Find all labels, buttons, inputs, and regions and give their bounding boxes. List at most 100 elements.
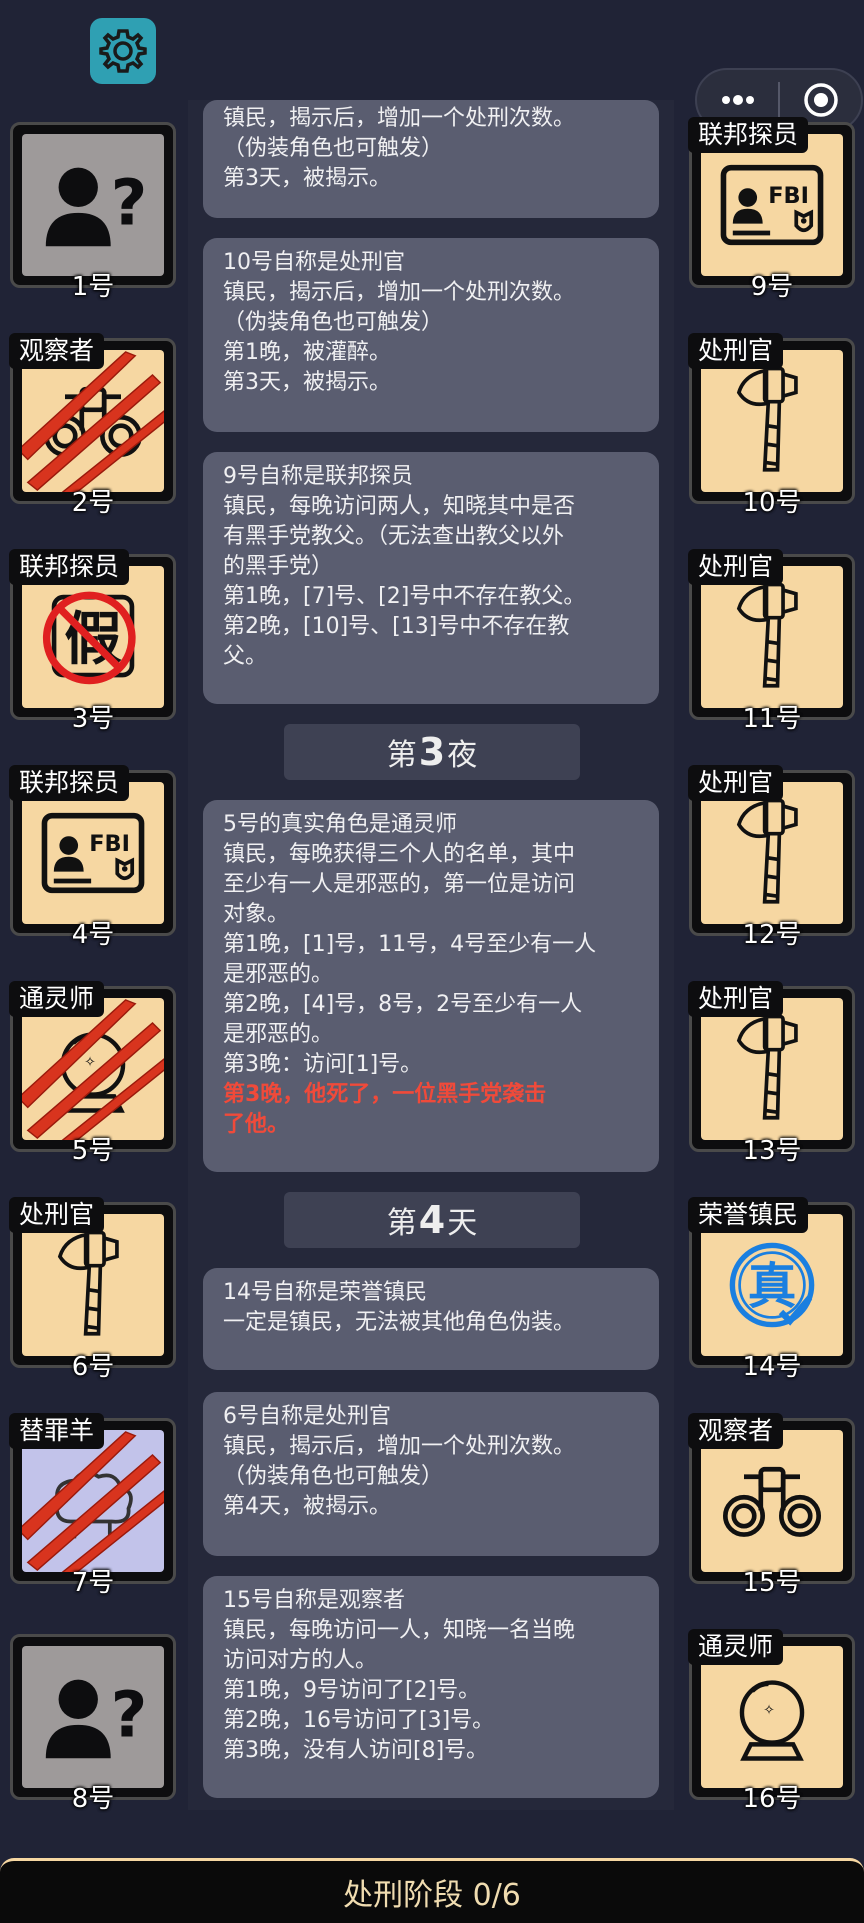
player-card-right-8[interactable]: ✧ 通灵师 16号 <box>688 1629 855 1814</box>
log-line: 14号自称是荣誉镇民 <box>223 1280 427 1305</box>
player-number: 10号 <box>742 488 802 518</box>
player-number: 13号 <box>742 1136 802 1166</box>
log-line: 访问对方的人。 <box>223 1648 378 1673</box>
log-line: 有黑手党教父。（无法查出教父以外 <box>223 524 565 549</box>
player-card-left-8[interactable]: ? 8号 <box>10 1634 176 1814</box>
svg-text:FBI: FBI <box>768 183 809 209</box>
log-line: 第3天，被揭示。 <box>223 166 391 191</box>
player-card-left-7[interactable]: 替罪羊 7号 <box>9 1413 176 1598</box>
player-portrait: FBI <box>701 134 843 276</box>
axe-icon <box>726 361 818 481</box>
log-line: 第2晚，16号访问了[3]号。 <box>223 1708 495 1733</box>
player-number: 12号 <box>742 920 802 950</box>
death-notice-line: 了他。 <box>223 1112 290 1137</box>
role-tag: 处刑官 <box>688 333 784 369</box>
player-number: 16号 <box>742 1784 802 1814</box>
player-portrait <box>701 350 843 492</box>
log-line: 第2晚，[10]号、[13]号中不存在教 <box>223 614 570 639</box>
player-card-right-1[interactable]: FBI 联邦探员 9号 <box>688 117 855 302</box>
log-line: 第1晚，被灌醉。 <box>223 340 391 365</box>
player-card-right-6[interactable]: 真 荣誉镇民 14号 <box>688 1197 855 1382</box>
player-card-right-4[interactable]: 处刑官 12号 <box>688 765 855 950</box>
fbi-badge-icon: FBI <box>716 158 828 252</box>
player-portrait: 假 <box>22 566 164 708</box>
role-tag: 处刑官 <box>9 1197 105 1233</box>
execution-phase-bar[interactable]: 处刑阶段 0/6 <box>0 1858 864 1923</box>
log-line: 第2晚，[4]号，8号，2号至少有一人 <box>223 992 583 1017</box>
player-card-left-3[interactable]: 假联邦探员 3号 <box>9 549 176 734</box>
log-line: 镇民，每晚访问两人，知晓其中是否 <box>223 494 576 519</box>
log-line: （伪装角色也可触发） <box>223 136 444 161</box>
axe-icon <box>47 1225 139 1345</box>
role-tag: 联邦探员 <box>688 117 809 153</box>
svg-text:✧: ✧ <box>84 1054 96 1070</box>
sheep-icon <box>37 1454 149 1548</box>
crystal-ball-icon: ✧ <box>719 1668 825 1766</box>
player-portrait <box>701 1430 843 1572</box>
log-card: 9号自称是联邦探员 镇民，每晚访问两人，知晓其中是否 有黑手党教父。（无法查出教父以… <box>203 452 659 704</box>
log-line: 的黑手党） <box>223 554 334 579</box>
phase-header-day-4: 第4天 <box>284 1192 580 1248</box>
log-line: 第3晚，没有人访问[8]号。 <box>223 1738 489 1763</box>
player-number: 9号 <box>750 272 794 302</box>
player-card-left-6[interactable]: 处刑官 6号 <box>9 1197 176 1382</box>
unknown-person-icon: ? <box>34 1667 152 1767</box>
log-line: 第1晚，[1]号，11号，4号至少有一人 <box>223 932 597 957</box>
log-line: （伪装角色也可触发） <box>223 1464 444 1489</box>
player-number: 3号 <box>71 704 115 734</box>
player-number: 5号 <box>71 1136 115 1166</box>
player-portrait <box>22 1430 164 1572</box>
log-line: 是邪恶的。 <box>223 962 334 987</box>
player-portrait <box>701 782 843 924</box>
svg-text:FBI: FBI <box>89 831 130 857</box>
log-line: 第1晚，[7]号、[2]号中不存在教父。 <box>223 584 586 609</box>
player-number: 1号 <box>71 272 115 302</box>
log-line: 镇民，揭示后，增加一个处刑次数。 <box>223 280 576 305</box>
player-portrait: ✧ <box>22 998 164 1140</box>
player-portrait: ? <box>22 134 164 276</box>
player-card-right-7[interactable]: 观察者 15号 <box>688 1413 855 1598</box>
log-line: 一定是镇民，无法被其他角色伪装。 <box>223 1310 576 1335</box>
log-line: 镇民，揭示后，增加一个处刑次数。 <box>223 1434 576 1459</box>
role-tag: 通灵师 <box>9 981 105 1017</box>
log-line: 15号自称是观察者 <box>223 1588 405 1613</box>
phase-header-night-3: 第3夜 <box>284 724 580 780</box>
log-line: 6号自称是处刑官 <box>223 1404 391 1429</box>
player-card-left-2[interactable]: 观察者 2号 <box>9 333 176 518</box>
player-card-left-1[interactable]: ? 1号 <box>10 122 176 302</box>
role-tag: 通灵师 <box>688 1629 784 1665</box>
log-card: 14号自称是荣誉镇民一定是镇民，无法被其他角色伪装。 <box>203 1268 659 1370</box>
player-card-right-3[interactable]: 处刑官 11号 <box>688 549 855 734</box>
binoculars-icon <box>716 1454 828 1548</box>
unknown-person-icon: ? <box>34 155 152 255</box>
log-line: 第3晚：访问[1]号。 <box>223 1052 423 1077</box>
player-card-right-5[interactable]: 处刑官 13号 <box>688 981 855 1166</box>
log-card: 10号自称是处刑官 镇民，揭示后，增加一个处刑次数。 （伪装角色也可触发） 第1晚，被… <box>203 238 659 432</box>
role-tag: 联邦探员 <box>9 549 130 585</box>
player-card-left-5[interactable]: ✧ 通灵师 5号 <box>9 981 176 1166</box>
player-card-right-2[interactable]: 处刑官 10号 <box>688 333 855 518</box>
log-line: 镇民，每晚访问一人，知晓一名当晚 <box>223 1618 576 1643</box>
player-card-left-4[interactable]: FBI 联邦探员 4号 <box>9 765 176 950</box>
player-number: 8号 <box>71 1784 115 1814</box>
log-line: 镇民，每晚获得三个人的名单，其中 <box>223 842 576 867</box>
fake-stamp-icon: 假 <box>37 586 149 688</box>
svg-text:?: ? <box>111 167 148 240</box>
true-stamp-icon: 真 <box>718 1231 826 1339</box>
log-line: 至少有一人是邪恶的，第一位是访问 <box>223 872 576 897</box>
role-tag: 荣誉镇民 <box>688 1197 809 1233</box>
settings-button[interactable] <box>90 18 156 84</box>
gear-icon <box>99 29 147 73</box>
log-line: 5号的真实角色是通灵师 <box>223 812 457 837</box>
death-notice-line: 第3晚，他死了，一位黑手党袭击 <box>223 1082 547 1107</box>
more-dots-icon <box>721 95 754 105</box>
execution-phase-label: 处刑阶段 0/6 <box>343 1878 521 1913</box>
player-number: 6号 <box>71 1352 115 1382</box>
player-portrait: FBI <box>22 782 164 924</box>
log-line: 第4天，被揭示。 <box>223 1494 391 1519</box>
log-card: 6号自称是处刑官镇民，揭示后，增加一个处刑次数。 （伪装角色也可触发） 第4天，被揭… <box>203 1392 659 1556</box>
role-tag: 联邦探员 <box>9 765 130 801</box>
player-portrait <box>22 1214 164 1356</box>
record-icon <box>803 83 838 117</box>
role-tag: 替罪羊 <box>9 1413 105 1449</box>
